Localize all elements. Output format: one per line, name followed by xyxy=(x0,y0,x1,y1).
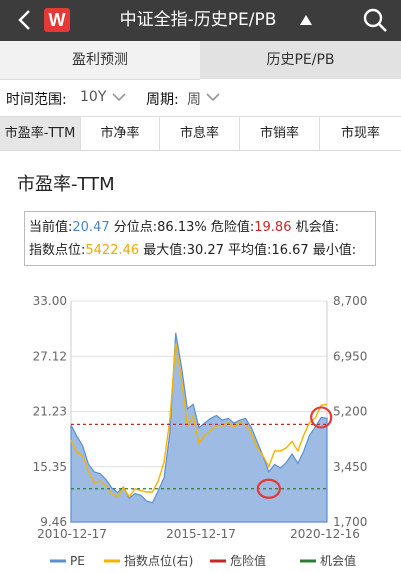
max-label: 最大值: xyxy=(143,243,187,258)
legend-label: PE xyxy=(70,554,85,568)
search-icon[interactable] xyxy=(362,7,388,33)
filter-bar: 时间范围: 10Y 周期: 周 xyxy=(0,80,401,116)
current-label: 当前值: xyxy=(29,220,73,235)
right-tick-label: 6,950 xyxy=(333,349,367,363)
left-tick-label: 27.12 xyxy=(33,349,67,363)
legend-label: 机会值 xyxy=(320,553,356,568)
index-label: 指数点位: xyxy=(29,243,86,258)
right-tick-label: 5,200 xyxy=(333,405,367,419)
chevron-down-icon[interactable] xyxy=(112,92,126,102)
current-value: 20.47 xyxy=(72,220,110,235)
danger-label: 危险值: xyxy=(210,220,255,235)
avg-label: 平均值: xyxy=(228,243,272,258)
pe-area xyxy=(70,332,328,523)
tab-pb[interactable]: 市净率 xyxy=(81,117,160,150)
left-tick-label: 21.23 xyxy=(33,405,67,419)
chart-title: 市盈率-TTM xyxy=(17,174,115,195)
tab-pcf[interactable]: 市现率 xyxy=(320,117,401,150)
index-value: 5422.46 xyxy=(85,243,140,258)
percentile-label: 分位点: xyxy=(113,220,158,235)
min-label: 最小值: xyxy=(312,243,357,258)
danger-value: 19.86 xyxy=(254,220,292,235)
x-tick-label: 2010-12-17 xyxy=(37,527,107,541)
opportunity-label: 机会值: xyxy=(295,220,339,235)
legend-label: 指数点位(右) xyxy=(124,553,193,568)
view-tabs: 盈利预测 历史PE/PB xyxy=(0,41,401,80)
stats-row-2: 指数点位:5422.46 最大值:30.27 平均值:16.67 最小值: xyxy=(29,239,375,262)
period-select[interactable]: 周 xyxy=(187,89,201,109)
stats-row-1: 当前值:20.47 分位点:86.13% 危险值:19.86 机会值: xyxy=(29,216,375,239)
caret-up-icon[interactable] xyxy=(300,15,312,25)
stats-box: 当前值:20.47 分位点:86.13% 危险值:19.86 机会值: 指数点位… xyxy=(24,211,376,266)
period-label: 周期: xyxy=(146,92,179,108)
chevron-down-icon[interactable] xyxy=(206,92,220,102)
x-tick-label: 2015-12-17 xyxy=(166,527,236,541)
x-tick-label: 2020-12-16 xyxy=(290,527,360,541)
avg-value: 16.67 xyxy=(271,243,309,258)
tab-dividend[interactable]: 市息率 xyxy=(160,117,240,150)
tab-history-pe-pb[interactable]: 历史PE/PB xyxy=(200,41,401,79)
tab-pe-ttm[interactable]: 市盈率-TTM xyxy=(0,117,81,150)
metric-tabs: 市盈率-TTM 市净率 市息率 市销率 市现率 xyxy=(0,116,401,151)
app-logo[interactable]: W xyxy=(44,8,70,32)
tab-earnings-forecast[interactable]: 盈利预测 xyxy=(0,41,200,80)
page-title: 中证全指-历史PE/PB xyxy=(119,10,277,30)
tab-ps[interactable]: 市销率 xyxy=(240,117,320,150)
legend-label: 危险值 xyxy=(230,553,266,568)
top-bar: W 中证全指-历史PE/PB xyxy=(0,0,401,41)
percentile-value: 86.13% xyxy=(157,220,207,235)
right-tick-label: 8,700 xyxy=(333,294,367,308)
max-value: 30.27 xyxy=(186,243,224,258)
right-tick-label: 3,450 xyxy=(333,460,367,474)
back-icon[interactable] xyxy=(14,8,38,32)
pe-chart: 33.00 8,700 27.12 6,950 21.23 5,200 15.35 3,450… xyxy=(33,294,368,568)
left-tick-label: 33.00 xyxy=(33,294,67,308)
range-label: 时间范围: xyxy=(6,92,67,108)
range-select[interactable]: 10Y xyxy=(80,89,106,105)
left-tick-label: 15.35 xyxy=(33,460,67,474)
